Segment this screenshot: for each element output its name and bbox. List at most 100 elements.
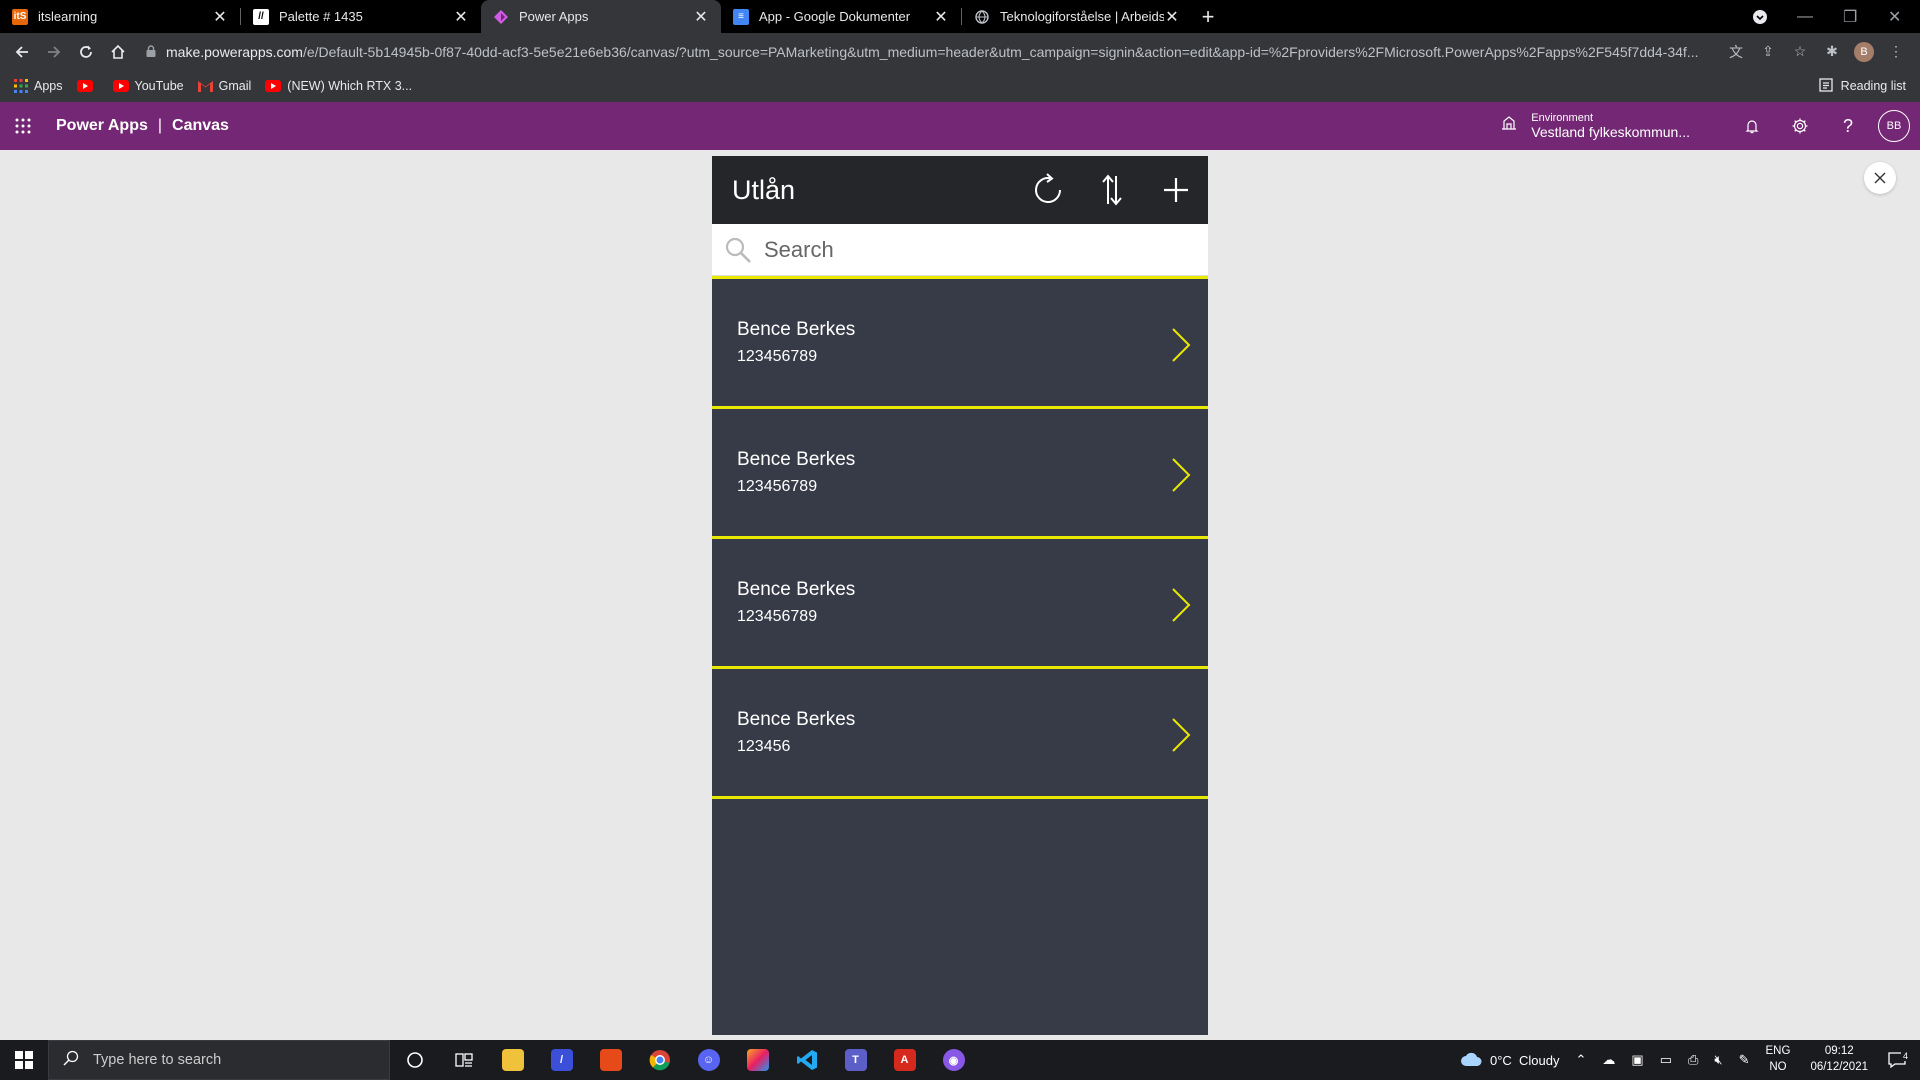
profile-avatar[interactable]: B [1850, 38, 1878, 66]
close-icon[interactable]: ✕ [933, 7, 949, 27]
bookmark-youtube-video[interactable] [76, 80, 99, 92]
office-icon[interactable] [586, 1040, 635, 1080]
user-avatar[interactable]: BB [1878, 110, 1910, 142]
taskbar-search-box[interactable]: Type here to search [48, 1040, 390, 1080]
powerapps-icon [493, 9, 509, 25]
chevron-right-icon[interactable] [1170, 587, 1192, 623]
task-view-icon[interactable] [439, 1040, 488, 1080]
cortana-icon[interactable] [390, 1040, 439, 1080]
search-input[interactable] [764, 236, 1144, 263]
gallery-item[interactable]: Bence Berkes 123456789 [712, 539, 1208, 669]
close-icon[interactable]: ✕ [212, 7, 228, 27]
reload-icon[interactable] [70, 36, 102, 68]
github-desktop-icon[interactable]: ◉ [929, 1040, 978, 1080]
discord-icon[interactable]: ☺ [684, 1040, 733, 1080]
browser-toolbar: make.powerapps.com/e/Default-5b14945b-0f… [0, 33, 1920, 70]
more-menu-icon[interactable]: ⋮ [1882, 38, 1910, 66]
pen-workspace-icon[interactable]: ✎ [1731, 1052, 1758, 1068]
paint-icon[interactable] [733, 1040, 782, 1080]
forward-icon[interactable] [38, 36, 70, 68]
meet-now-icon[interactable]: ⎙ [1680, 1052, 1706, 1068]
keyboard-layout: NO [1769, 1061, 1787, 1073]
close-preview-button[interactable] [1864, 162, 1896, 194]
environment-icon [1501, 115, 1517, 136]
bookmark-label: YouTube [134, 79, 184, 93]
battery-icon[interactable]: ▭ [1652, 1052, 1680, 1068]
volume-muted-icon[interactable]: 🔇︎ [1706, 1052, 1730, 1068]
bookmark-star-icon[interactable]: ☆ [1786, 38, 1814, 66]
app-launcher-icon[interactable] [0, 102, 46, 150]
tab-title: Palette # 1435 [279, 9, 363, 24]
display-icon[interactable]: ▣ [1623, 1052, 1651, 1068]
home-icon[interactable] [102, 36, 134, 68]
chevron-right-icon[interactable] [1170, 327, 1192, 363]
browser-tab-itslearning[interactable]: itS itslearning ✕ [0, 0, 240, 33]
browser-tab-power-apps[interactable]: Power Apps ✕ [481, 0, 721, 33]
bookmark-rtx-video[interactable]: (NEW) Which RTX 3... [265, 79, 412, 93]
show-hidden-icons-chevron-icon[interactable]: ⌃ [1568, 1052, 1595, 1068]
app-header: Utlån [712, 156, 1208, 224]
new-tab-button[interactable]: + [1192, 0, 1224, 33]
refresh-icon[interactable] [1016, 156, 1080, 224]
address-bar[interactable]: make.powerapps.com/e/Default-5b14945b-0f… [142, 38, 1714, 66]
close-icon[interactable]: ✕ [1164, 7, 1180, 27]
file-explorer-icon[interactable] [488, 1040, 537, 1080]
close-icon[interactable]: ✕ [693, 7, 709, 27]
bookmark-gmail[interactable]: Gmail [197, 79, 251, 93]
input-language[interactable]: ENG NO [1758, 1044, 1799, 1075]
item-name: Bence Berkes [737, 709, 856, 730]
gmail-icon [197, 80, 213, 92]
bookmark-label: (NEW) Which RTX 3... [287, 79, 413, 93]
windows-start-icon[interactable] [0, 1040, 48, 1080]
teams-icon[interactable]: T [831, 1040, 880, 1080]
reading-list-label: Reading list [1840, 79, 1906, 93]
notification-center-icon[interactable]: 4 [1880, 1051, 1920, 1069]
minimize-icon[interactable]: — [1797, 0, 1813, 33]
taskbar-search-placeholder: Type here to search [93, 1052, 222, 1068]
loan-gallery: Bence Berkes 123456789 Bence Berkes 1234… [712, 276, 1208, 799]
onedrive-icon[interactable]: ☁ [1594, 1052, 1623, 1068]
close-icon[interactable]: ✕ [453, 7, 469, 27]
extensions-icon[interactable]: ✱ [1818, 38, 1846, 66]
url-path: /e/Default-5b14945b-0f87-40dd-acf3-5e5e2… [302, 43, 1699, 60]
chevron-right-icon[interactable] [1170, 717, 1192, 753]
weather-widget[interactable]: 0°C Cloudy [1452, 1051, 1568, 1070]
chevron-right-icon[interactable] [1170, 457, 1192, 493]
app-title: Utlån [732, 174, 796, 205]
translate-icon[interactable]: 文 [1722, 38, 1750, 66]
help-icon[interactable]: ? [1824, 102, 1872, 150]
notifications-bell-icon[interactable] [1728, 102, 1776, 150]
browser-tab-google-docs[interactable]: ≡ App - Google Dokumenter ✕ [721, 0, 961, 33]
bookmark-youtube[interactable]: YouTube [112, 79, 184, 93]
vscode-icon[interactable] [782, 1040, 831, 1080]
sort-icon[interactable] [1080, 156, 1144, 224]
google-docs-icon: ≡ [733, 8, 749, 25]
gallery-item[interactable]: Bence Berkes 123456789 [712, 409, 1208, 539]
restore-icon[interactable]: ❐ [1843, 0, 1857, 33]
powerapps-icon[interactable]: / [537, 1040, 586, 1080]
search-icon [63, 1050, 79, 1070]
browser-tab-arbeidsbok[interactable]: Teknologiforståelse | Arbeidsbok ✕ [962, 0, 1192, 33]
environment-picker[interactable]: Environment Vestland fylkeskommun... [1501, 112, 1690, 141]
reading-list-button[interactable]: Reading list [1819, 70, 1906, 102]
gallery-item[interactable]: Bence Berkes 123456789 [712, 279, 1208, 409]
add-icon[interactable] [1144, 156, 1208, 224]
powerapps-brand[interactable]: Power Apps [56, 117, 148, 135]
youtube-icon [265, 80, 282, 92]
gallery-item[interactable]: Bence Berkes 123456 [712, 669, 1208, 799]
bookmarks-bar: Apps YouTube Gmail (NEW) Which RTX 3... … [0, 70, 1920, 102]
bookmark-apps[interactable]: Apps [14, 79, 63, 93]
window-close-icon[interactable]: ✕ [1888, 0, 1901, 33]
chrome-icon[interactable] [635, 1040, 684, 1080]
language-code: ENG [1765, 1045, 1791, 1058]
acrobat-icon[interactable]: A [880, 1040, 929, 1080]
settings-gear-icon[interactable] [1776, 102, 1824, 150]
tab-search-icon[interactable] [1752, 0, 1768, 33]
browser-tab-palette[interactable]: // Palette # 1435 ✕ [241, 0, 481, 33]
clock[interactable]: 09:12 06/12/2021 [1798, 1044, 1880, 1075]
app-canvas: Utlån Bence Berkes 123456789 Bence Berke… [712, 156, 1208, 1035]
back-icon[interactable] [6, 36, 38, 68]
lock-icon [146, 44, 156, 60]
share-icon[interactable]: ⇪ [1754, 38, 1782, 66]
environment-value: Vestland fylkeskommun... [1531, 124, 1690, 141]
